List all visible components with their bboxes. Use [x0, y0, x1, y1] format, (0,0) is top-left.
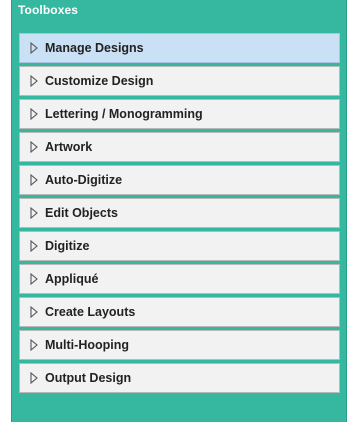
expand-arrow-icon [30, 108, 38, 120]
toolbox-item-label: Multi-Hooping [45, 338, 129, 352]
toolbox-item-label: Customize Design [45, 74, 154, 88]
toolbox-item-applique[interactable]: Appliqué [19, 264, 340, 294]
toolbox-item-label: Edit Objects [45, 206, 118, 220]
expand-arrow-icon [30, 207, 38, 219]
toolbox-item-label: Digitize [45, 239, 90, 253]
expand-arrow-icon [30, 273, 38, 285]
expand-arrow-icon [30, 141, 38, 153]
toolbox-list: Manage Designs Customize Design Letterin… [19, 33, 340, 396]
toolbox-item-label: Create Layouts [45, 305, 136, 319]
toolbox-item-edit-objects[interactable]: Edit Objects [19, 198, 340, 228]
toolbox-item-label: Auto-Digitize [45, 173, 123, 187]
expand-arrow-icon [30, 75, 38, 87]
expand-arrow-icon [30, 372, 38, 384]
toolbox-item-label: Manage Designs [45, 41, 144, 55]
toolbox-item-create-layouts[interactable]: Create Layouts [19, 297, 340, 327]
toolbox-item-label: Artwork [45, 140, 93, 154]
toolbox-item-customize-design[interactable]: Customize Design [19, 66, 340, 96]
expand-arrow-icon [30, 306, 38, 318]
toolbox-item-lettering-monogramming[interactable]: Lettering / Monogramming [19, 99, 340, 129]
toolbox-item-manage-designs[interactable]: Manage Designs [19, 33, 340, 63]
toolbox-item-label: Lettering / Monogramming [45, 107, 203, 121]
toolbox-item-digitize[interactable]: Digitize [19, 231, 340, 261]
toolbox-item-artwork[interactable]: Artwork [19, 132, 340, 162]
toolbox-item-multi-hooping[interactable]: Multi-Hooping [19, 330, 340, 360]
expand-arrow-icon [30, 339, 38, 351]
expand-arrow-icon [30, 174, 38, 186]
toolbox-item-label: Output Design [45, 371, 132, 385]
expand-arrow-icon [30, 240, 38, 252]
toolbox-item-output-design[interactable]: Output Design [19, 363, 340, 393]
panel-title: Toolboxes [18, 3, 79, 17]
toolbox-item-label: Appliqué [45, 272, 99, 286]
expand-arrow-icon [30, 42, 38, 54]
toolboxes-panel: Toolboxes Manage Designs Customize Desig… [11, 0, 347, 422]
toolbox-item-auto-digitize[interactable]: Auto-Digitize [19, 165, 340, 195]
